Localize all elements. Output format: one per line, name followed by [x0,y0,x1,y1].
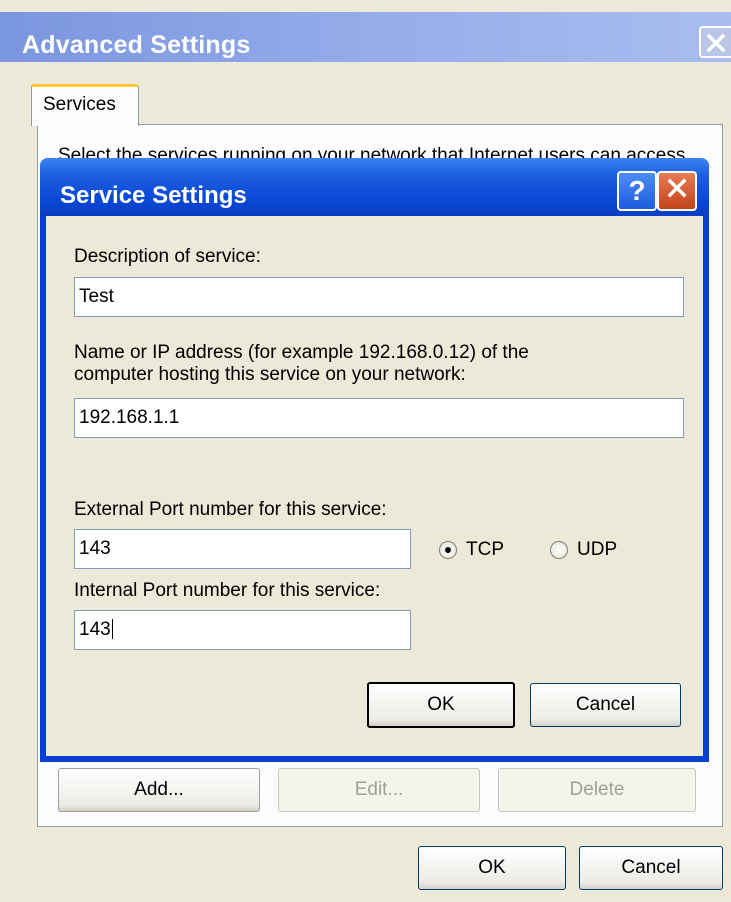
edit-button[interactable]: Edit... [278,768,480,812]
description-value: Test [79,286,114,307]
dialog-ok-button[interactable]: OK [367,682,515,728]
outer-cancel-button[interactable]: Cancel [579,846,723,890]
host-label-line2: computer hosting this service on your ne… [74,364,466,385]
internal-port-label: Internal Port number for this service: [74,580,381,601]
dialog-title-bar[interactable]: Service Settings ? [40,158,709,216]
help-button[interactable]: ? [617,171,657,211]
tab-services-label: Services [43,94,116,115]
external-port-field[interactable]: 143 [74,529,411,569]
outer-title-bar[interactable]: Advanced Settings [0,12,731,62]
external-port-value: 143 [79,538,111,559]
outer-close-button[interactable] [699,26,731,58]
text-caret [111,619,113,639]
outer-window-title: Advanced Settings [22,31,251,59]
host-label-line1: Name or IP address (for example 192.168.… [74,342,529,363]
outer-ok-button[interactable]: OK [418,846,566,890]
dialog-close-button[interactable] [657,171,697,211]
add-button[interactable]: Add... [58,768,260,812]
question-mark-icon: ? [628,175,646,206]
udp-radio[interactable] [550,541,568,559]
tcp-radio[interactable] [439,541,457,559]
radio-selected-dot [445,547,451,553]
udp-label[interactable]: UDP [577,539,617,561]
external-port-label: External Port number for this service: [74,499,387,520]
service-settings-dialog: Service Settings ? Description of servic… [40,158,709,762]
host-address-value: 192.168.1.1 [79,407,180,428]
tcp-label[interactable]: TCP [466,539,504,561]
dialog-body: Description of service: Test Name or IP … [46,216,703,756]
description-label: Description of service: [74,246,261,267]
internal-port-value: 143 [79,619,111,640]
dialog-title: Service Settings [60,182,247,209]
delete-button[interactable]: Delete [498,768,696,812]
close-icon [665,175,689,207]
tab-services[interactable]: Services [31,84,139,126]
description-field[interactable]: Test [74,277,684,317]
internal-port-field[interactable]: 143 [74,610,411,650]
host-address-field[interactable]: 192.168.1.1 [74,398,684,438]
dialog-cancel-button[interactable]: Cancel [530,683,681,727]
